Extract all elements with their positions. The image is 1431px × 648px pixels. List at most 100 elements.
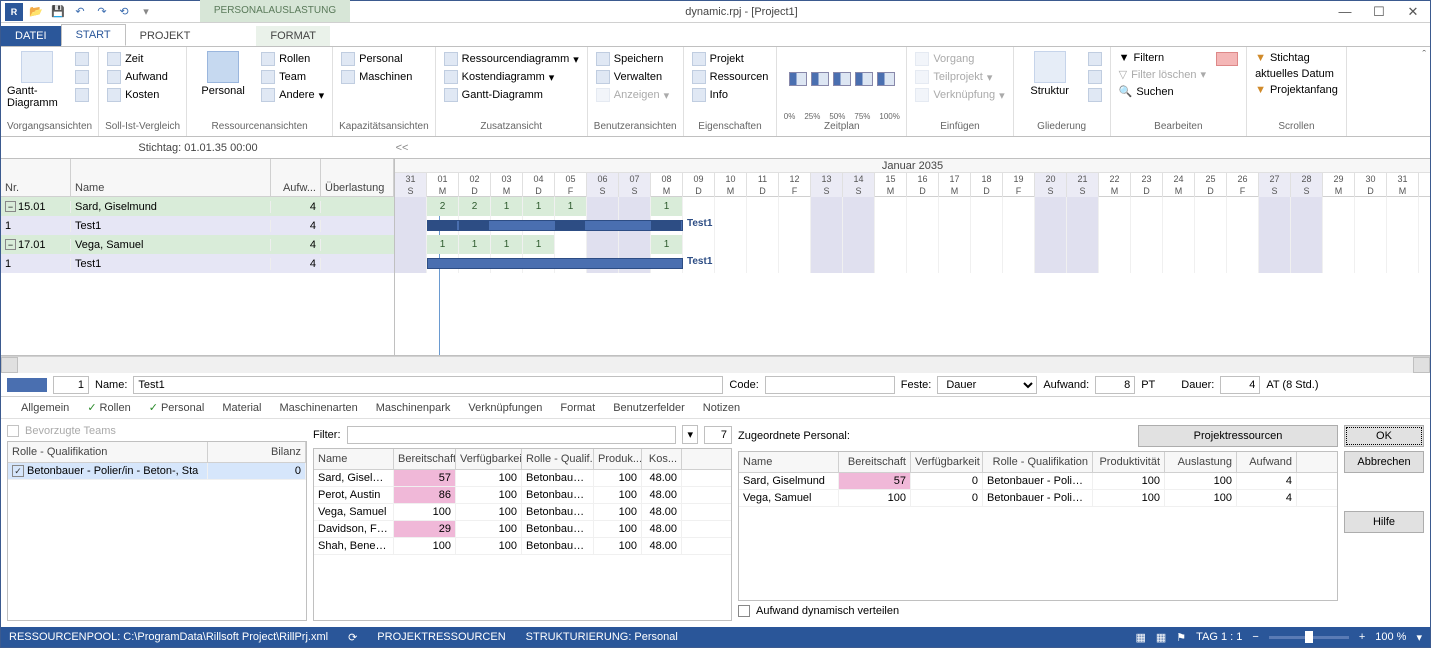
timeline-scroll-left[interactable]: <<: [395, 142, 409, 154]
aufwand-button[interactable]: Aufwand: [105, 69, 170, 85]
view-small-3[interactable]: [73, 87, 91, 103]
list-item[interactable]: Davidson, Frank29100Betonbauer ...10048.…: [314, 521, 731, 538]
ganttdiagramm-button[interactable]: Gantt-Diagramm: [442, 87, 581, 103]
day-08[interactable]: 08: [651, 173, 683, 185]
day-23[interactable]: 23: [1131, 173, 1163, 185]
teilprojekt-button[interactable]: Teilprojekt ▾: [913, 69, 1006, 85]
subtab-notizen[interactable]: Notizen: [703, 402, 740, 414]
subtab-format[interactable]: Format: [560, 402, 595, 414]
zeitplan-0%[interactable]: [789, 72, 807, 86]
zeitplan-25%[interactable]: [811, 72, 829, 86]
scroll-right-button[interactable]: [1413, 357, 1430, 373]
status-refresh-icon[interactable]: ⟳: [348, 631, 357, 644]
gantt-diagramm-button[interactable]: Gantt-Diagramm: [7, 51, 67, 109]
day-24[interactable]: 24: [1163, 173, 1195, 185]
table-row[interactable]: 1Test14: [1, 216, 394, 235]
status-icon-2[interactable]: ▦: [1156, 631, 1166, 644]
eraser-button[interactable]: [1214, 51, 1240, 67]
day-20[interactable]: 20: [1035, 173, 1067, 185]
aktuelles-datum-button[interactable]: aktuelles Datum: [1253, 67, 1340, 81]
subtab-maschinenpark[interactable]: Maschinenpark: [376, 402, 451, 414]
gl-small-3[interactable]: [1086, 87, 1104, 103]
open-icon[interactable]: 📂: [27, 3, 45, 21]
subtab-personal[interactable]: ✓Personal: [149, 401, 205, 414]
projektressourcen-button[interactable]: Projektressourcen: [1138, 425, 1338, 447]
day-03[interactable]: 03: [491, 173, 523, 185]
zoom-in-button[interactable]: +: [1359, 631, 1365, 643]
day-02[interactable]: 02: [459, 173, 491, 185]
day-11[interactable]: 11: [747, 173, 779, 185]
day-01[interactable]: 01: [427, 173, 459, 185]
info-button[interactable]: Info: [690, 87, 771, 103]
tab-start[interactable]: START: [61, 24, 126, 46]
day-15[interactable]: 15: [875, 173, 907, 185]
table-row[interactable]: −17.01Vega, Samuel4: [1, 235, 394, 254]
zeitplan-50%[interactable]: [833, 72, 851, 86]
subtab-maschinenarten[interactable]: Maschinenarten: [279, 402, 357, 414]
aufwand-input[interactable]: [1095, 376, 1135, 394]
subtab-verknüpfungen[interactable]: Verknüpfungen: [468, 402, 542, 414]
status-icon-1[interactable]: ▦: [1135, 631, 1145, 644]
col-aufw[interactable]: Aufw...: [271, 159, 321, 196]
view-small-1[interactable]: [73, 51, 91, 67]
day-18[interactable]: 18: [971, 173, 1003, 185]
day-12[interactable]: 12: [779, 173, 811, 185]
tab-datei[interactable]: DATEI: [1, 26, 61, 46]
zeitplan-100%[interactable]: [877, 72, 895, 86]
dauer-input[interactable]: [1220, 376, 1260, 394]
filtern-button[interactable]: ▼Filtern: [1117, 51, 1208, 65]
ressourcen-prop-button[interactable]: Ressourcen: [690, 69, 771, 85]
subtab-material[interactable]: Material: [222, 402, 261, 414]
ribbon-collapse-icon[interactable]: ˆ: [1422, 49, 1426, 61]
tab-format[interactable]: FORMAT: [256, 26, 330, 46]
team-button[interactable]: Team: [259, 69, 326, 85]
kosten-button[interactable]: Kosten: [105, 87, 170, 103]
status-flag-icon[interactable]: ⚑: [1176, 631, 1186, 644]
task-name-input[interactable]: [133, 376, 723, 394]
day-26[interactable]: 26: [1227, 173, 1259, 185]
struktur-button[interactable]: Struktur: [1020, 51, 1080, 97]
rollen-button[interactable]: Rollen: [259, 51, 326, 67]
gantt-row[interactable]: Test1: [395, 254, 1430, 273]
table-row[interactable]: 1Test14: [1, 254, 394, 273]
role-checkbox[interactable]: [12, 465, 24, 477]
ok-button[interactable]: OK: [1344, 425, 1424, 447]
redo-icon[interactable]: ↷: [93, 3, 111, 21]
projekt-prop-button[interactable]: Projekt: [690, 51, 771, 67]
day-29[interactable]: 29: [1323, 173, 1355, 185]
col-ueberlastung[interactable]: Überlastung: [321, 159, 394, 196]
list-item[interactable]: Vega, Samuel1000Betonbauer - Polier...10…: [739, 490, 1337, 507]
day-06[interactable]: 06: [587, 173, 619, 185]
qat-dropdown-icon[interactable]: ▾: [137, 3, 155, 21]
day-27[interactable]: 27: [1259, 173, 1291, 185]
undo-icon[interactable]: ↶: [71, 3, 89, 21]
kap-personal-button[interactable]: Personal: [339, 51, 414, 67]
expand-icon[interactable]: −: [5, 239, 16, 250]
list-item[interactable]: Sard, Giselmund57100Betonbauer ...10048.…: [314, 470, 731, 487]
stichtag-scroll-button[interactable]: ▼Stichtag: [1253, 51, 1340, 65]
gantt-body[interactable]: 221111Test111111Test1: [395, 197, 1430, 355]
bevorzugte-teams-checkbox[interactable]: [7, 425, 19, 437]
list-item[interactable]: Perot, Austin86100Betonbauer ...10048.00: [314, 487, 731, 504]
hilfe-button[interactable]: Hilfe: [1344, 511, 1424, 533]
abbrechen-button[interactable]: Abbrechen: [1344, 451, 1424, 473]
gantt-row[interactable]: 11111: [395, 235, 1430, 254]
close-button[interactable]: ✕: [1396, 1, 1430, 23]
day-25[interactable]: 25: [1195, 173, 1227, 185]
vorgang-button[interactable]: Vorgang: [913, 51, 1006, 67]
filter-dropdown-icon[interactable]: ▾: [682, 425, 698, 444]
day-21[interactable]: 21: [1067, 173, 1099, 185]
zoom-slider[interactable]: [1269, 636, 1349, 639]
zoom-dropdown-icon[interactable]: ▾: [1416, 631, 1422, 644]
speichern-button[interactable]: Speichern: [594, 51, 671, 67]
verknuepfung-button[interactable]: Verknüpfung ▾: [913, 87, 1006, 103]
list-item[interactable]: Betonbauer - Polier/in - Beton-, Sta0: [8, 463, 306, 480]
subtab-rollen[interactable]: ✓Rollen: [87, 401, 130, 414]
col-nr[interactable]: Nr.: [1, 159, 71, 196]
gantt-row[interactable]: 221111: [395, 197, 1430, 216]
day-14[interactable]: 14: [843, 173, 875, 185]
gl-small-2[interactable]: [1086, 69, 1104, 85]
zeit-button[interactable]: Zeit: [105, 51, 170, 67]
kostendiagramm-button[interactable]: Kostendiagramm ▾: [442, 69, 581, 85]
day-28[interactable]: 28: [1291, 173, 1323, 185]
